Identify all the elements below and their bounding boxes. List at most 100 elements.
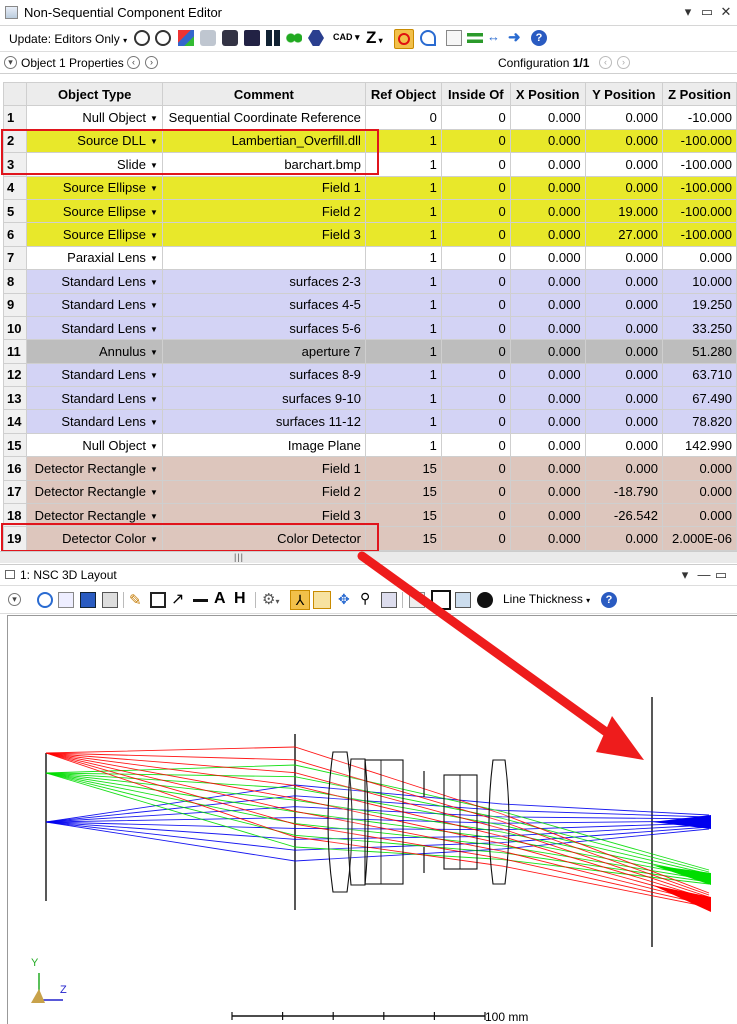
y-position-cell[interactable]: 0.000 (584, 315, 664, 341)
y-position-cell[interactable]: 0.000 (584, 269, 664, 294)
z-position-cell[interactable]: -100.000 (662, 175, 737, 200)
inside-of-cell[interactable]: 0 (440, 503, 511, 528)
ignore-icon[interactable] (394, 29, 414, 49)
x-position-cell[interactable]: 0.000 (509, 245, 586, 271)
update-selected-icon[interactable] (155, 30, 171, 46)
object-type-cell[interactable]: Standard Lens ▼ (26, 362, 163, 388)
object-type-cell[interactable]: Detector Rectangle ▼ (26, 456, 163, 481)
object-type-dropdown-icon[interactable]: ▼ (150, 114, 158, 123)
z-position-cell[interactable]: -100.000 (662, 152, 737, 177)
cad-dropdown[interactable]: CAD ▾ (333, 32, 360, 43)
z-position-cell[interactable]: -100.000 (662, 128, 737, 154)
polygon-icon[interactable] (308, 30, 324, 46)
ref-object-cell[interactable]: 1 (364, 245, 442, 271)
z-position-cell[interactable]: 33.250 (662, 315, 737, 341)
x-position-cell[interactable]: 0.000 (509, 362, 586, 388)
col-header-inside-of[interactable]: Inside Of (440, 81, 511, 107)
x-position-cell[interactable]: 0.000 (509, 315, 586, 341)
pencil-icon[interactable]: ✎ (129, 591, 142, 609)
ref-object-cell[interactable]: 1 (364, 175, 442, 200)
cube-icon[interactable] (222, 30, 238, 46)
row-number[interactable]: 8 (2, 269, 28, 294)
ref-object-cell[interactable]: 1 (364, 292, 442, 317)
inside-of-cell[interactable]: 0 (440, 386, 511, 411)
table-row[interactable]: 6 Source Ellipse ▼ Field 3 1 0 0.000 27.000 -100… (2, 222, 737, 247)
zoom-icon[interactable]: ⚲ (360, 590, 370, 607)
inside-of-cell[interactable]: 0 (440, 269, 511, 294)
line-thickness-dropdown[interactable]: Line Thickness ▾ (503, 592, 590, 606)
table-row[interactable]: 12 Standard Lens ▼ surfaces 8-9 1 0 0.000 0.000… (2, 362, 737, 388)
wizard-icon[interactable] (178, 30, 194, 46)
comment-cell[interactable]: Field 1 (161, 456, 366, 481)
next-object-icon[interactable]: › (145, 56, 158, 69)
x-position-cell[interactable]: 0.000 (509, 409, 586, 434)
object-type-cell[interactable]: Source Ellipse ▼ (26, 175, 163, 200)
expand-icon[interactable]: ↔ (487, 29, 500, 44)
z-position-cell[interactable]: 0.000 (662, 479, 737, 505)
comment-cell[interactable]: Field 1 (161, 175, 366, 200)
row-number[interactable]: 15 (2, 432, 28, 458)
x-position-cell[interactable]: 0.000 (509, 128, 586, 154)
table-row[interactable]: 4 Source Ellipse ▼ Field 1 1 0 0.000 0.000 -100.… (2, 175, 737, 200)
ref-object-cell[interactable]: 1 (364, 269, 442, 294)
y-position-cell[interactable]: 0.000 (584, 105, 664, 130)
array-icon[interactable] (266, 30, 282, 46)
close-icon[interactable]: ✕ (718, 4, 734, 20)
row-number[interactable]: 12 (2, 362, 28, 388)
object-type-cell[interactable]: Annulus ▼ (26, 339, 163, 364)
inside-of-cell[interactable]: 0 (440, 479, 511, 505)
inside-of-cell[interactable]: 0 (440, 292, 511, 317)
inside-of-cell[interactable]: 0 (440, 456, 511, 481)
row-number[interactable]: 13 (2, 386, 28, 411)
object-type-cell[interactable]: Null Object ▼ (26, 432, 163, 458)
object-type-dropdown-icon[interactable]: ▼ (150, 488, 158, 497)
table-row[interactable]: 16 Detector Rectangle ▼ Field 1 15 0 0.000 0.00… (2, 456, 737, 481)
row-number[interactable]: 1 (2, 105, 28, 130)
layout-help-icon[interactable]: ? (601, 592, 617, 608)
table-row[interactable]: 7 Paraxial Lens ▼ 1 0 0.000 0.000 0.000 (2, 245, 737, 271)
layout-restore-icon[interactable]: ▭ (713, 567, 729, 583)
table-row[interactable]: 13 Standard Lens ▼ surfaces 9-10 1 0 0.000 0.00… (2, 386, 737, 411)
y-position-cell[interactable]: 0.000 (584, 362, 664, 388)
text-window-icon[interactable] (409, 592, 425, 608)
rectangle-icon[interactable] (150, 592, 166, 608)
comment-cell[interactable] (161, 245, 366, 271)
inside-of-cell[interactable]: 0 (440, 409, 511, 434)
inside-of-cell[interactable]: 0 (440, 245, 511, 271)
z-position-cell[interactable]: 19.250 (662, 292, 737, 317)
layout-menu-icon[interactable]: ▾ (677, 567, 693, 583)
ref-object-cell[interactable]: 1 (364, 432, 442, 458)
object-type-dropdown-icon[interactable]: ▼ (150, 465, 158, 474)
table-row[interactable]: 15 Null Object ▼ Image Plane 1 0 0.000 0.000 142… (2, 432, 737, 458)
comment-cell[interactable]: surfaces 5-6 (161, 315, 366, 341)
ref-object-cell[interactable]: 1 (364, 315, 442, 341)
ref-object-cell[interactable]: 1 (364, 362, 442, 388)
z-position-cell[interactable]: 10.000 (662, 269, 737, 294)
z-position-cell[interactable]: 0.000 (662, 245, 737, 271)
object-type-dropdown-icon[interactable]: ▼ (150, 348, 158, 357)
object-type-cell[interactable]: Standard Lens ▼ (26, 269, 163, 294)
y-position-cell[interactable]: 0.000 (584, 245, 664, 271)
y-position-cell[interactable]: 0.000 (584, 526, 664, 551)
z-position-cell[interactable]: 51.280 (662, 339, 737, 364)
table-row[interactable]: 17 Detector Rectangle ▼ Field 2 15 0 0.000 -18.… (2, 479, 737, 505)
swap-icon[interactable] (467, 30, 483, 46)
prev-object-icon[interactable]: ‹ (127, 56, 140, 69)
save-icon[interactable] (80, 592, 96, 608)
comment-cell[interactable]: Field 2 (161, 479, 366, 505)
col-header-z-position[interactable]: Z Position (662, 81, 737, 107)
row-number[interactable]: 14 (2, 409, 28, 434)
row-number[interactable]: 4 (2, 175, 28, 200)
z-position-cell[interactable]: -10.000 (662, 105, 737, 130)
z-position-cell[interactable]: -100.000 (662, 198, 737, 224)
y-position-cell[interactable]: -26.542 (584, 503, 664, 528)
comment-cell[interactable]: surfaces 9-10 (161, 386, 366, 411)
timer-icon[interactable] (477, 592, 493, 608)
col-header-ref-object[interactable]: Ref Object (364, 81, 442, 107)
inside-of-cell[interactable]: 0 (440, 175, 511, 200)
z-position-cell[interactable]: 142.990 (662, 432, 737, 458)
help-icon[interactable]: ? (531, 30, 547, 46)
col-header-comment[interactable]: Comment (161, 81, 366, 107)
ref-object-cell[interactable]: 15 (364, 479, 442, 505)
row-number[interactable]: 16 (2, 456, 28, 481)
